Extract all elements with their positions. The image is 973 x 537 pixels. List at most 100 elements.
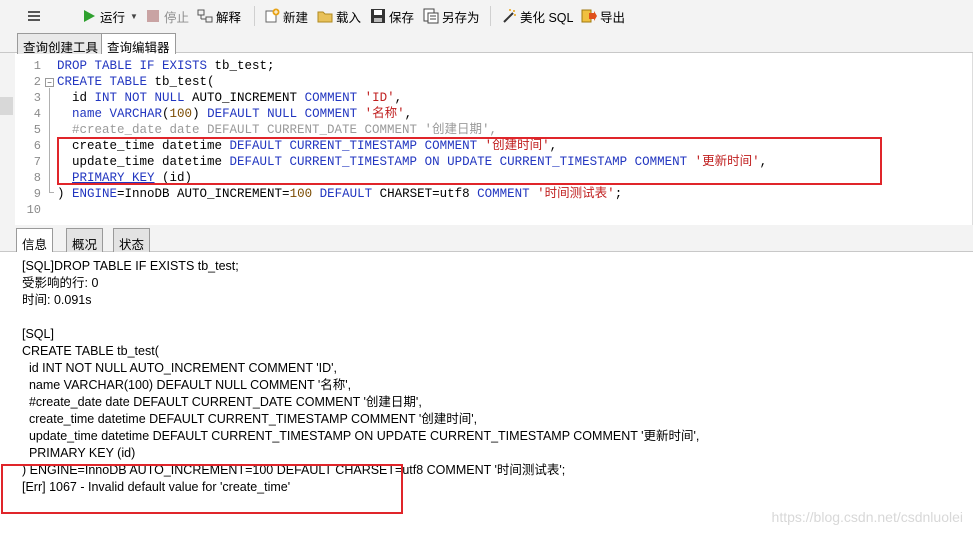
fold-guide xyxy=(49,88,50,192)
code-line: name VARCHAR(100) DEFAULT NULL COMMENT '… xyxy=(57,106,967,122)
sql-number: 100 xyxy=(289,187,313,201)
load-button[interactable]: 载入 xyxy=(317,6,361,26)
line-number: 1 xyxy=(33,59,41,73)
toolbar-divider xyxy=(490,6,491,26)
run-label: 运行 xyxy=(100,10,126,25)
toolbar: 运行 ▼ 停止 解释 新建 载入 保存 另存为 美化 SQL 导出 xyxy=(0,0,973,31)
message-line: PRIMARY KEY (id) xyxy=(22,446,136,460)
stop-button[interactable]: 停止 xyxy=(145,6,189,26)
highlight-box-error xyxy=(1,464,403,514)
fold-toggle-icon[interactable]: − xyxy=(45,78,54,87)
result-tab-bar: 信息 概况 状态 xyxy=(0,225,973,252)
sql-string: '时间测试表' xyxy=(537,187,615,201)
message-line: [SQL] xyxy=(22,327,54,341)
line-number: 7 xyxy=(33,155,41,169)
line-number: 6 xyxy=(33,139,41,153)
export-icon xyxy=(581,8,597,24)
tab-query-builder[interactable]: 查询创建工具 xyxy=(17,33,105,55)
splitter-handle[interactable] xyxy=(0,97,13,115)
highlight-box-code xyxy=(57,137,882,185)
line-number: 4 xyxy=(33,107,41,121)
new-query-icon xyxy=(264,8,280,24)
code-line: id INT NOT NULL AUTO_INCREMENT COMMENT '… xyxy=(57,90,967,106)
sql-keyword: DEFAULT xyxy=(319,187,373,201)
new-label: 新建 xyxy=(283,10,309,25)
sql-string: '名称' xyxy=(364,107,405,121)
tab-profile[interactable]: 概况 xyxy=(66,228,104,252)
sql-keyword: ENGINE xyxy=(72,187,118,201)
save-button[interactable]: 保存 xyxy=(370,6,414,26)
line-number: 8 xyxy=(33,171,41,185)
save-as-label: 另存为 xyxy=(442,10,480,25)
message-line: id INT NOT NULL AUTO_INCREMENT COMMENT '… xyxy=(22,361,338,375)
sql-keyword: CREATE TABLE xyxy=(57,75,148,89)
line-number: 2 xyxy=(33,75,41,89)
save-disk-icon xyxy=(370,8,386,24)
toolbar-divider xyxy=(254,6,255,26)
sql-text: tb_test( xyxy=(147,75,215,89)
sql-text: AUTO_INCREMENT xyxy=(184,91,305,105)
code-line: CREATE TABLE tb_test( xyxy=(57,74,967,90)
message-line: create_time datetime DEFAULT CURRENT_TIM… xyxy=(22,412,478,426)
sql-text: , xyxy=(394,91,403,105)
play-icon xyxy=(81,8,97,24)
run-button[interactable]: 运行 ▼ xyxy=(81,6,138,26)
sql-keyword: COMMENT xyxy=(304,91,358,105)
sql-keyword: DEFAULT NULL COMMENT xyxy=(207,107,358,121)
tab-message[interactable]: 信息 xyxy=(16,228,54,252)
sql-text: ; xyxy=(614,187,623,201)
export-button[interactable]: 导出 xyxy=(581,6,625,26)
sql-text: ) xyxy=(192,107,208,121)
magic-wand-icon xyxy=(501,8,517,24)
menu-button[interactable] xyxy=(26,6,42,26)
message-line: 时间: 0.091s xyxy=(22,293,92,307)
line-number: 5 xyxy=(33,123,41,137)
sql-text: ) xyxy=(57,187,73,201)
line-number: 9 xyxy=(33,187,41,201)
sql-comment: #create_date date DEFAULT CURRENT_DATE C… xyxy=(57,123,498,137)
beautify-sql-button[interactable]: 美化 SQL xyxy=(501,6,574,26)
sql-text: name xyxy=(57,107,110,121)
sql-text: =InnoDB AUTO_INCREMENT= xyxy=(117,187,290,201)
sql-keyword: INT NOT NULL xyxy=(94,91,185,105)
tab-query-editor[interactable]: 查询编辑器 xyxy=(101,33,176,55)
line-number: 3 xyxy=(33,91,41,105)
message-line: 受影响的行: 0 xyxy=(22,276,99,290)
tab-status[interactable]: 状态 xyxy=(113,228,151,252)
sql-keyword: VARCHAR xyxy=(109,107,163,121)
code-line: ) ENGINE=InnoDB AUTO_INCREMENT=100 DEFAU… xyxy=(57,186,967,202)
explain-button[interactable]: 解释 xyxy=(197,6,241,26)
message-output: [SQL]DROP TABLE IF EXISTS tb_test; 受影响的行… xyxy=(22,258,962,496)
explain-icon xyxy=(197,8,213,24)
left-edge-strip xyxy=(0,53,15,225)
watermark: https://blog.csdn.net/csdnluolei xyxy=(771,509,963,525)
fold-guide-end xyxy=(49,192,54,193)
message-line: [SQL]DROP TABLE IF EXISTS tb_test; xyxy=(22,259,239,273)
message-line: #create_date date DEFAULT CURRENT_DATE C… xyxy=(22,395,422,409)
code-line: #create_date date DEFAULT CURRENT_DATE C… xyxy=(57,122,967,138)
message-line: name VARCHAR(100) DEFAULT NULL COMMENT '… xyxy=(22,378,352,392)
stop-icon xyxy=(145,8,161,24)
save-label: 保存 xyxy=(389,10,415,25)
sql-text: , xyxy=(404,107,413,121)
sql-number: 100 xyxy=(169,107,193,121)
new-button[interactable]: 新建 xyxy=(264,6,308,26)
message-line: CREATE TABLE tb_test( xyxy=(22,344,159,358)
sql-text: id xyxy=(57,91,95,105)
export-label: 导出 xyxy=(600,10,626,25)
code-line: DROP TABLE IF EXISTS tb_test; xyxy=(57,58,967,74)
sql-text: CHARSET=utf8 xyxy=(372,187,478,201)
message-line: update_time datetime DEFAULT CURRENT_TIM… xyxy=(22,429,700,443)
load-label: 载入 xyxy=(336,10,362,25)
stop-label: 停止 xyxy=(164,10,190,25)
folder-icon xyxy=(317,8,333,24)
sql-string: 'ID' xyxy=(364,91,395,105)
line-number-gutter: 1 2 3 4 5 6 7 8 9 10 xyxy=(15,58,45,218)
save-as-button[interactable]: 另存为 xyxy=(423,6,480,26)
explain-label: 解释 xyxy=(216,10,242,25)
beautify-sql-label: 美化 SQL xyxy=(520,10,574,25)
message-line xyxy=(22,309,962,326)
